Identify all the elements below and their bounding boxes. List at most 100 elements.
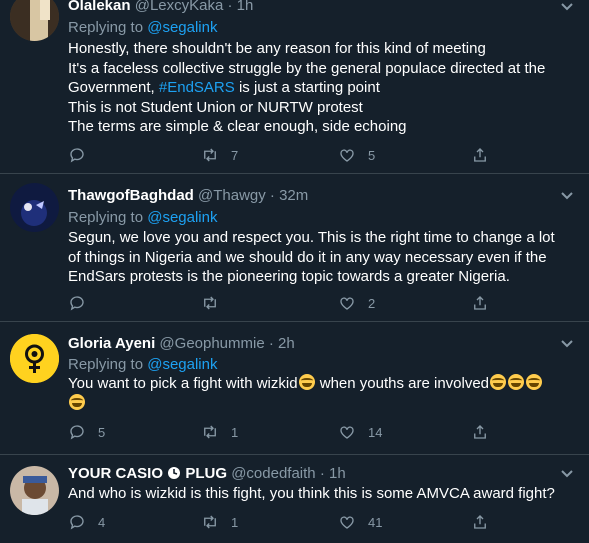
avatar[interactable] bbox=[10, 466, 59, 515]
reply-button[interactable] bbox=[68, 293, 98, 313]
reply-icon bbox=[70, 296, 84, 311]
mention-link[interactable]: @segalink bbox=[147, 356, 217, 373]
separator-dot: · bbox=[319, 465, 325, 482]
tweet-thawgofbaghdad[interactable]: ThawgofBaghdad @Thawgy · 32m Replying to… bbox=[0, 173, 589, 322]
tweet-line-suffix: is just a starting point bbox=[238, 79, 380, 96]
share-button[interactable] bbox=[471, 293, 501, 313]
display-name[interactable]: Olalekan bbox=[68, 0, 131, 14]
timestamp[interactable]: 1h bbox=[329, 465, 346, 482]
avatar[interactable] bbox=[10, 183, 59, 232]
reply-icon bbox=[70, 148, 84, 163]
retweet-button[interactable] bbox=[201, 293, 231, 313]
replying-to: Replying to @segalink bbox=[68, 208, 217, 227]
display-name[interactable]: ThawgofBaghdad bbox=[68, 187, 194, 204]
user-handle[interactable]: @LexcyKaka bbox=[135, 0, 224, 14]
tweet-header: Gloria Ayeni @Geophummie · 2h bbox=[68, 334, 295, 353]
tweet-your-casio-plug[interactable]: YOUR CASIO PLUG @codedfaith · 1h And who… bbox=[0, 454, 589, 543]
avatar[interactable] bbox=[10, 0, 59, 41]
tweet-line: Government, #EndSARS is just a starting … bbox=[68, 78, 578, 98]
timestamp[interactable]: 32m bbox=[279, 187, 308, 204]
tweet-actions: 2 bbox=[68, 293, 508, 313]
rofl-emoji bbox=[69, 393, 85, 410]
retweet-count: 1 bbox=[231, 424, 239, 440]
tweet-text: And who is wizkid is this fight, you thi… bbox=[68, 484, 578, 504]
tweet-line-part: You want to pick a fight with wizkid bbox=[68, 375, 298, 392]
tweet-text: Honestly, there shouldn't be any reason … bbox=[68, 39, 578, 137]
retweet-count: 7 bbox=[231, 147, 239, 163]
tweet-line: EndSars protests is the pioneering topic… bbox=[68, 268, 510, 285]
retweet-button[interactable]: 7 bbox=[201, 145, 238, 165]
chevron-down-icon[interactable] bbox=[559, 0, 575, 14]
tweet-line: of things in Nigeria and we should do it… bbox=[68, 248, 547, 266]
like-icon bbox=[340, 149, 354, 162]
display-name[interactable]: Gloria Ayeni bbox=[68, 335, 155, 352]
mention-link[interactable]: @segalink bbox=[147, 209, 217, 226]
retweet-button[interactable]: 1 bbox=[201, 512, 238, 532]
share-button[interactable] bbox=[471, 145, 501, 165]
hashtag-link[interactable]: #EndSARS bbox=[159, 79, 235, 96]
avatar[interactable] bbox=[10, 334, 59, 383]
avatar-image bbox=[10, 183, 59, 232]
chevron-down-icon[interactable] bbox=[559, 187, 575, 203]
tweet-olalekan[interactable]: Olalekan @LexcyKaka · 1h Replying to @se… bbox=[0, 0, 589, 174]
like-button[interactable]: 14 bbox=[338, 422, 382, 442]
display-name-suffix[interactable]: PLUG bbox=[185, 465, 227, 482]
share-icon bbox=[474, 515, 486, 529]
reply-button[interactable]: 4 bbox=[68, 512, 105, 532]
reply-button[interactable] bbox=[68, 145, 98, 165]
reply-icon bbox=[70, 515, 84, 530]
reply-button[interactable]: 5 bbox=[68, 422, 105, 442]
tweet-actions: 5 1 14 bbox=[68, 422, 508, 442]
chevron-down-icon[interactable] bbox=[559, 465, 575, 481]
like-count: 5 bbox=[368, 147, 376, 163]
share-button[interactable] bbox=[471, 422, 501, 442]
mention-link[interactable]: @segalink bbox=[147, 19, 217, 36]
tweet-header: ThawgofBaghdad @Thawgy · 32m bbox=[68, 186, 308, 205]
replying-label: Replying to bbox=[68, 19, 144, 36]
share-button[interactable] bbox=[471, 512, 501, 532]
tweet-text: Segun, we love you and respect you. This… bbox=[68, 228, 578, 287]
retweet-icon bbox=[204, 515, 216, 529]
chevron-down-icon[interactable] bbox=[559, 335, 575, 351]
clock-icon bbox=[168, 467, 181, 479]
retweet-icon bbox=[204, 425, 216, 439]
user-handle[interactable]: @codedfaith bbox=[231, 465, 315, 482]
tweet-line: Honestly, there shouldn't be any reason … bbox=[68, 40, 486, 57]
avatar-image bbox=[10, 334, 59, 383]
display-name[interactable]: YOUR CASIO bbox=[68, 465, 163, 482]
user-handle[interactable]: @Thawgy bbox=[198, 187, 266, 204]
replying-label: Replying to bbox=[68, 356, 144, 373]
like-count: 41 bbox=[368, 514, 383, 530]
rofl-emoji bbox=[298, 374, 315, 390]
avatar-image bbox=[10, 0, 59, 41]
like-button[interactable]: 41 bbox=[338, 512, 382, 532]
separator-dot: · bbox=[227, 0, 233, 14]
retweet-icon bbox=[204, 148, 216, 162]
reply-icon bbox=[70, 425, 84, 440]
like-count: 14 bbox=[368, 424, 383, 440]
like-icon bbox=[340, 516, 354, 529]
tweet-header: YOUR CASIO PLUG @codedfaith · 1h bbox=[68, 464, 346, 483]
timestamp[interactable]: 1h bbox=[237, 0, 254, 14]
tweet-header: Olalekan @LexcyKaka · 1h bbox=[68, 0, 253, 15]
replying-label: Replying to bbox=[68, 209, 144, 226]
rofl-emoji bbox=[508, 374, 525, 390]
timestamp[interactable]: 2h bbox=[278, 335, 295, 352]
tweet-line-part: when youths are involved bbox=[319, 375, 490, 392]
like-button[interactable]: 5 bbox=[338, 145, 375, 165]
tweet-line bbox=[68, 393, 578, 414]
avatar-image bbox=[10, 466, 59, 515]
tweet-line: The terms are simple & clear enough, sid… bbox=[68, 118, 407, 135]
separator-dot: · bbox=[269, 187, 275, 204]
reply-count: 5 bbox=[98, 424, 106, 440]
share-icon bbox=[474, 148, 486, 162]
rofl-emoji bbox=[526, 374, 543, 390]
user-handle[interactable]: @Geophummie bbox=[159, 335, 264, 352]
tweet-line: You want to pick a fight with wizkid whe… bbox=[68, 374, 578, 394]
tweet-gloria-ayeni[interactable]: Gloria Ayeni @Geophummie · 2h Replying t… bbox=[0, 321, 589, 455]
retweet-button[interactable]: 1 bbox=[201, 422, 238, 442]
replying-to: Replying to @segalink bbox=[68, 18, 217, 37]
share-icon bbox=[474, 296, 486, 310]
like-button[interactable]: 2 bbox=[338, 293, 375, 313]
like-count: 2 bbox=[368, 295, 376, 311]
